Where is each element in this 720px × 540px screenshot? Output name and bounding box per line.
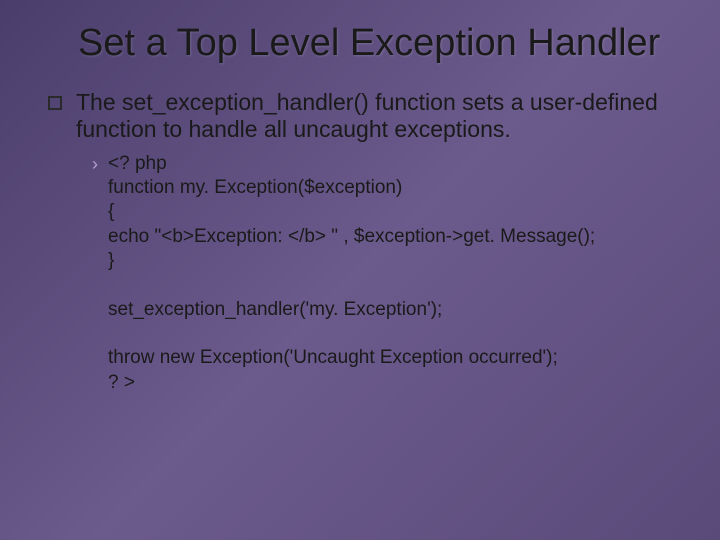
code-block: <? php function my. Exception($exception… xyxy=(108,152,595,395)
slide-title: Set a Top Level Exception Handler xyxy=(78,22,680,65)
code-bullet-row: › <? php function my. Exception($excepti… xyxy=(92,152,680,395)
body-text: The set_exception_handler() function set… xyxy=(76,89,680,144)
square-bullet-icon xyxy=(48,96,62,110)
chevron-right-icon: › xyxy=(92,153,98,176)
body-bullet-row: The set_exception_handler() function set… xyxy=(78,89,680,144)
slide: Set a Top Level Exception Handler The se… xyxy=(0,0,720,540)
